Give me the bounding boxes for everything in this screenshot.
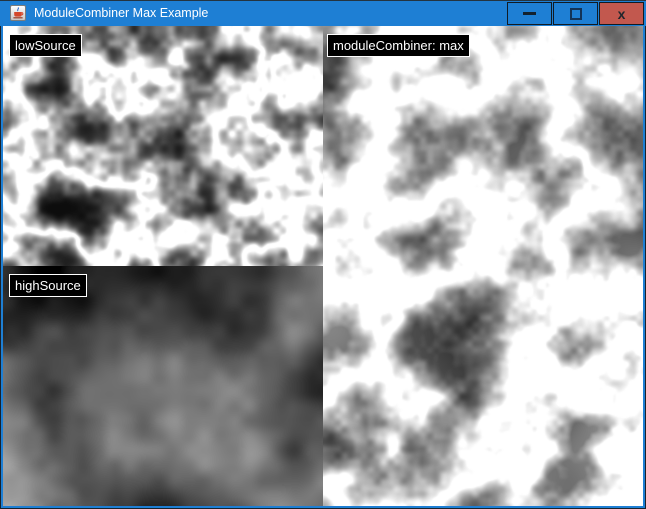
minimize-button[interactable] — [507, 2, 552, 25]
canvas-area: lowSource highSource moduleCombiner: max — [3, 26, 643, 506]
maximize-icon — [570, 8, 582, 20]
close-icon: x — [618, 7, 626, 21]
maximize-button[interactable] — [553, 2, 598, 25]
close-button[interactable]: x — [599, 2, 644, 25]
titlebar[interactable]: ModuleCombiner Max Example x — [0, 0, 646, 26]
low-source-label: lowSource — [9, 34, 82, 57]
window-title: ModuleCombiner Max Example — [34, 6, 208, 20]
module-combiner-texture — [323, 26, 643, 506]
module-combiner-label: moduleCombiner: max — [327, 34, 470, 57]
low-source-texture — [3, 26, 323, 266]
high-source-label: highSource — [9, 274, 87, 297]
high-source-texture — [3, 266, 323, 506]
java-coffee-cup-icon — [10, 5, 26, 21]
app-window: ModuleCombiner Max Example x lowSource h… — [0, 0, 646, 509]
minimize-icon — [523, 12, 536, 15]
java-coffee-cup-glyph — [12, 7, 24, 19]
window-controls: x — [506, 2, 644, 25]
